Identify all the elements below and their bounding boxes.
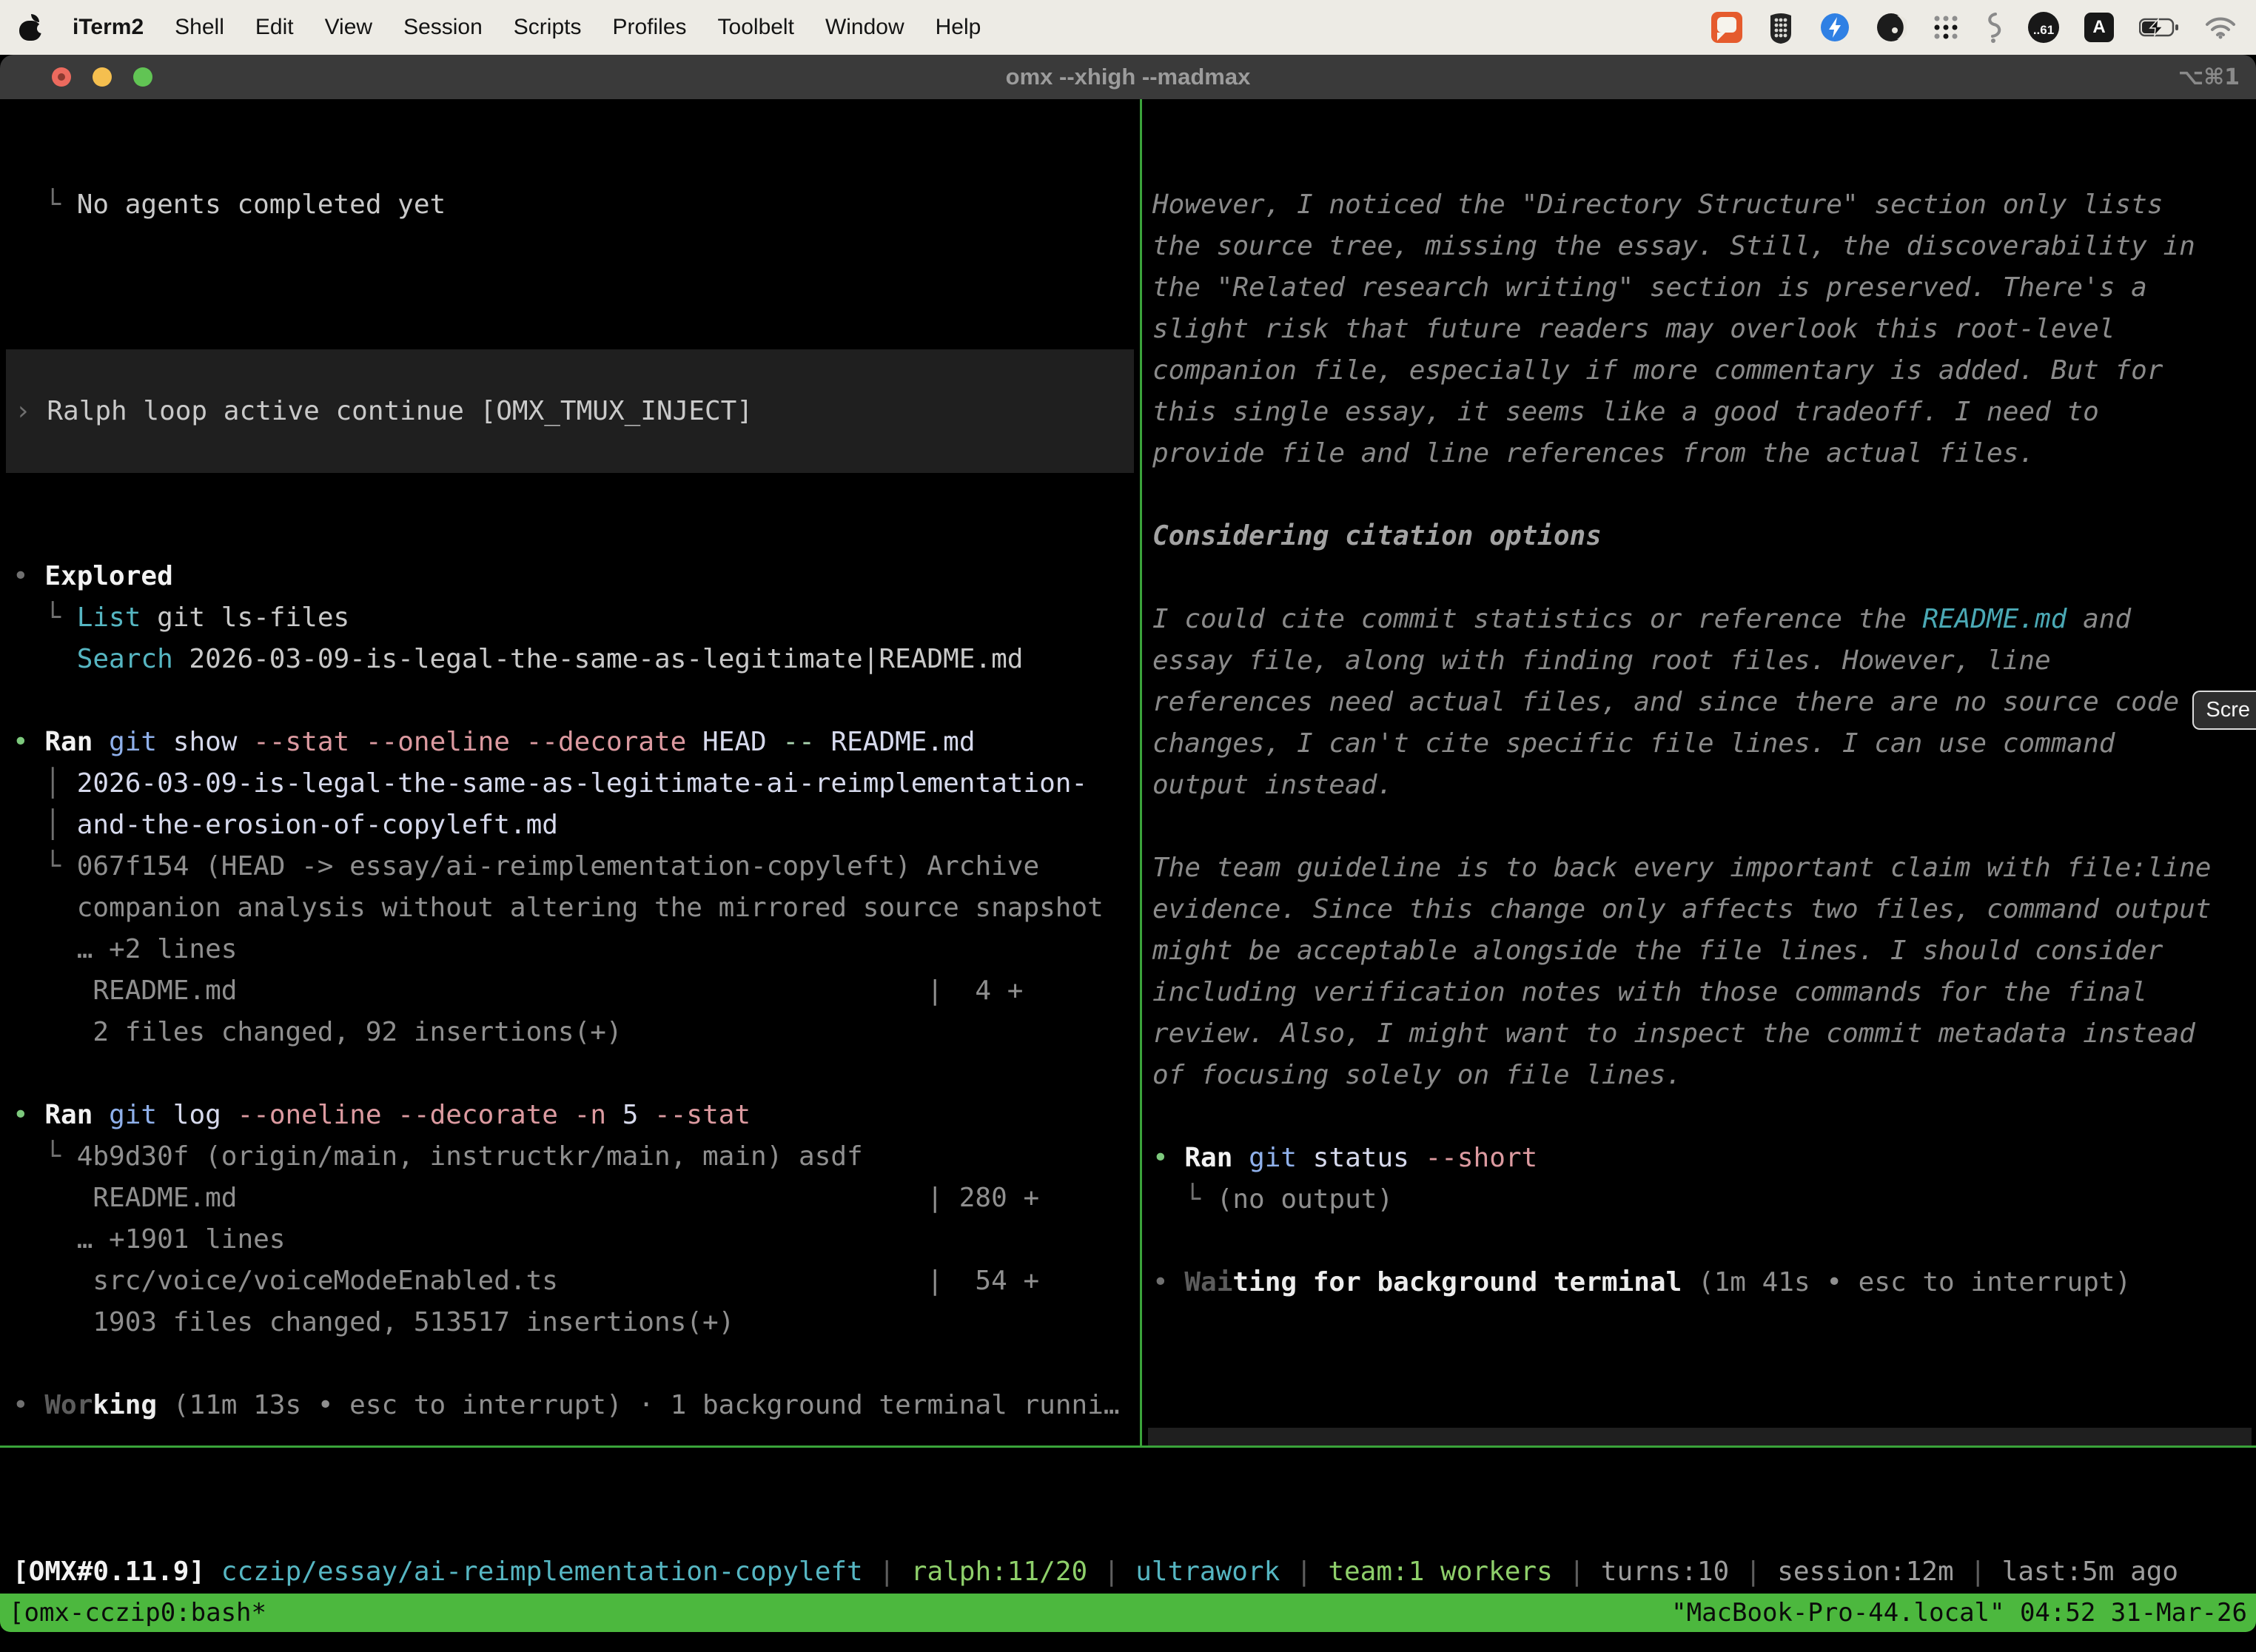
terminal-line: I could cite commit statistics or refere… [1152,599,2256,640]
badge-61-icon[interactable]: ..61 [2028,12,2059,43]
menu-item-toolbelt[interactable]: Toolbelt [718,15,794,40]
menu-item-session[interactable]: Session [403,15,483,40]
terminal-line: provide file and line references from th… [1152,433,2256,474]
terminal-line: changes, I can't cite specific file line… [1152,723,2256,765]
apple-menu-icon[interactable] [19,14,41,41]
terminal-line: However, I noticed the "Directory Struct… [1152,184,2256,226]
minimize-button[interactable] [93,67,112,87]
terminal-line: … +2 lines [13,929,1140,970]
grid-shield-icon[interactable] [1767,11,1794,44]
terminal-line: [OMX#0.11.9] cczip/essay/ai-reimplementa… [13,1551,2256,1593]
traffic-lights [52,67,152,87]
terminal-line: • Ran git show --stat --oneline --decora… [13,722,1140,763]
terminal-line: • Explored [13,556,1140,597]
omx-status-line: [OMX#0.11.9] cczip/essay/ai-reimplementa… [13,1551,2256,1593]
terminal-line: the "Related research writing" section i… [1152,267,2256,309]
terminal-line: 1903 files changed, 513517 insertions(+) [13,1302,1140,1343]
terminal-pane-left[interactable]: └ No agents completed yet › Ralph loop a… [0,99,1140,1446]
terminal-line [13,1053,1140,1095]
terminal-line: • Ran git log --oneline --decorate -n 5 … [13,1095,1140,1136]
terminal-line: might be acceptable alongside the file l… [1152,930,2256,972]
terminal-line: │ 2026-03-09-is-legal-the-same-as-legiti… [13,763,1140,805]
terminal-line: companion analysis without altering the … [13,887,1140,929]
zoom-button[interactable] [133,67,152,87]
dots-grid-icon[interactable] [1932,13,1960,41]
terminal-line: the source tree, missing the essay. Stil… [1152,226,2256,267]
terminal-line [13,1343,1140,1385]
terminal-line [1152,1220,2256,1262]
tmux-host-clock: "MacBook-Pro-44.local" 04:52 31-Mar-26 [1671,1598,2247,1628]
terminal-line [13,680,1140,722]
tmux-session-label[interactable]: [omx-cczip0:bash* [9,1598,266,1628]
hook-icon[interactable] [1985,11,2003,44]
terminal-output: └ No agents completed yet [13,184,1140,226]
screen: iTerm2 Shell Edit View Session Scripts P… [0,0,2256,1652]
terminal-line: README.md | 280 + [13,1178,1140,1219]
terminal-line: slight risk that future readers may over… [1152,309,2256,350]
window-title: omx --xhigh --madmax [1006,64,1251,90]
terminal-line: └ List git ls-files [13,597,1140,639]
terminal-line: output instead. [1152,765,2256,806]
terminal-line: • Waiting for background terminal (1m 41… [1152,1262,2256,1303]
terminal-line: references need actual files, and since … [1152,682,2256,723]
menu-item-profiles[interactable]: Profiles [612,15,686,40]
wifi-icon[interactable] [2204,16,2237,39]
terminal-line [1152,474,2256,516]
terminal-line: README.md | 4 + [13,970,1140,1012]
verified-badge-icon[interactable] [1819,12,1850,43]
terminal-line: └ No agents completed yet [13,184,1140,226]
terminal-line: src/voice/voiceModeEnabled.ts | 54 + [13,1260,1140,1302]
terminal-line: └ 067f154 (HEAD -> essay/ai-reimplementa… [13,846,1140,887]
terminal-line: companion file, especially if more comme… [1152,350,2256,392]
terminal-output: However, I noticed the "Directory Struct… [1152,184,2256,1303]
terminal-line [1152,806,2256,847]
tmux-status-bar: [omx-cczip0:bash* "MacBook-Pro-44.local"… [0,1594,2256,1632]
title-bar[interactable]: omx --xhigh --madmax ⌥⌘1 [0,55,2256,99]
menu-item-view[interactable]: View [325,15,372,40]
chat-icon[interactable] [1711,12,1742,43]
terminal-line: │ and-the-erosion-of-copyleft.md [13,805,1140,846]
terminal-output: • Explored └ List git ls-files Search 20… [13,556,1140,1426]
terminal-line: Search 2026-03-09-is-legal-the-same-as-l… [13,639,1140,680]
terminal-line: Considering citation options [1152,516,2256,557]
inject-text: Ralph loop active continue [OMX_TMUX_INJ… [47,391,753,432]
keyboard-a-icon[interactable]: A [2084,13,2114,42]
terminal-line [1152,557,2256,599]
window-shortcut-hint: ⌥⌘1 [2178,55,2240,99]
terminal-line: • Ran git status --short [1152,1138,2256,1179]
menu-item-window[interactable]: Window [825,15,904,40]
terminal-line: └ 4b9d30f (origin/main, instructkr/main,… [13,1136,1140,1178]
terminal-line: this single essay, it seems like a good … [1152,392,2256,433]
terminal-line: 2 files changed, 92 insertions(+) [13,1012,1140,1053]
terminal-line: … +1901 lines [13,1219,1140,1260]
terminal-line [1152,1096,2256,1138]
pie-circle-icon[interactable] [1876,12,1907,43]
terminal-line: └ (no output) [1152,1179,2256,1220]
menu-item-edit[interactable]: Edit [255,15,294,40]
battery-charging-icon[interactable] [2139,17,2179,38]
screen-share-pill[interactable]: Scre [2192,691,2256,730]
menu-item-help[interactable]: Help [936,15,981,40]
menu-item-app[interactable]: iTerm2 [73,15,144,40]
terminal-line: review. Also, I might want to inspect th… [1152,1013,2256,1055]
menu-bar-status-icons: ..61 A [1711,11,2237,44]
iterm-window: omx --xhigh --madmax ⌥⌘1 └ No agents com… [0,55,2256,1632]
terminal-line: evidence. Since this change only affects… [1152,889,2256,930]
close-button[interactable] [52,67,71,87]
terminal-line: • Working (11m 13s • esc to interrupt) ·… [13,1385,1140,1426]
command-input-right[interactable]: › Improve documentation in @filename [1148,1428,2252,1446]
terminal-line: of focusing solely on file lines. [1152,1055,2256,1096]
prompt-chevron-icon: › [15,391,47,432]
terminal-pane-right[interactable]: However, I noticed the "Directory Struct… [1142,99,2256,1446]
terminal-line: essay file, along with finding root file… [1152,640,2256,682]
terminal-area: └ No agents completed yet › Ralph loop a… [0,99,2256,1446]
terminal-line: including verification notes with those … [1152,972,2256,1013]
menu-bar: iTerm2 Shell Edit View Session Scripts P… [0,0,2256,55]
omx-status-bar: [OMX#0.11.9] cczip/essay/ai-reimplementa… [0,1448,2256,1594]
terminal-line: The team guideline is to back every impo… [1152,847,2256,889]
menu-item-shell[interactable]: Shell [175,15,224,40]
menu-item-scripts[interactable]: Scripts [514,15,582,40]
inject-banner[interactable]: › Ralph loop active continue [OMX_TMUX_I… [6,349,1134,473]
